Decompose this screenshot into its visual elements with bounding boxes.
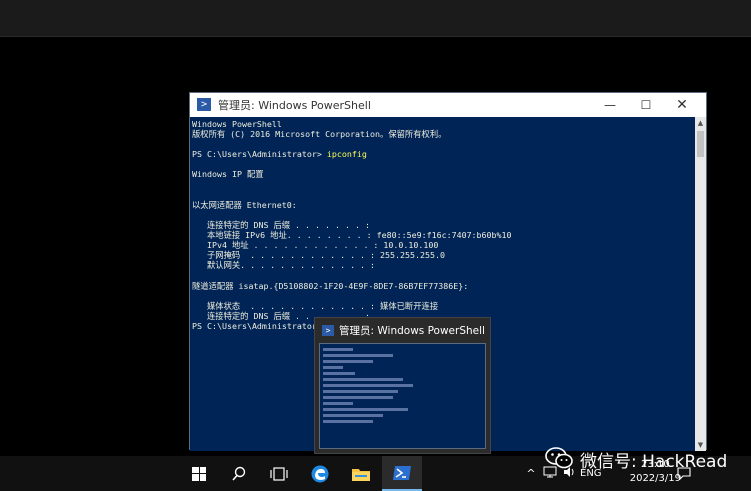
task-view-icon[interactable] [259, 456, 299, 491]
windows-start-icon[interactable] [179, 456, 219, 491]
maximize-button[interactable]: ☐ [628, 93, 664, 117]
powershell-icon: > [197, 98, 211, 111]
thumbnail-image [319, 343, 486, 449]
scroll-up-arrow-icon[interactable]: ▲ [695, 117, 706, 129]
background-top-bar [0, 0, 751, 37]
minimize-button[interactable]: — [592, 93, 628, 117]
powershell-icon: > [322, 325, 334, 336]
powershell-taskbar-button[interactable] [382, 456, 422, 491]
chevron-up-icon[interactable]: ^ [522, 467, 540, 480]
taskbar-thumbnail-preview[interactable]: > 管理员: Windows PowerShell [314, 317, 491, 454]
console-command: ipconfig [326, 149, 367, 160]
thumbnail-title: 管理员: Windows PowerShell [339, 325, 485, 337]
window-title: 管理员: Windows PowerShell [218, 99, 371, 112]
search-icon[interactable] [219, 456, 259, 491]
console-output: Windows PowerShell 版权所有 (C) 2016 Microso… [192, 119, 512, 331]
thumbnail-console-lines [323, 348, 413, 426]
wechat-icon [545, 447, 573, 469]
window-titlebar[interactable]: > 管理员: Windows PowerShell — ☐ ✕ [190, 93, 706, 117]
powershell-icon [393, 465, 411, 480]
edge-icon[interactable] [300, 456, 340, 491]
close-button[interactable]: ✕ [664, 93, 700, 117]
watermark-text: 微信号: HackRead [580, 452, 728, 472]
vertical-scrollbar[interactable]: ▲ ▼ [695, 117, 706, 451]
scrollbar-thumb[interactable] [697, 131, 704, 157]
file-explorer-icon[interactable] [341, 456, 381, 491]
